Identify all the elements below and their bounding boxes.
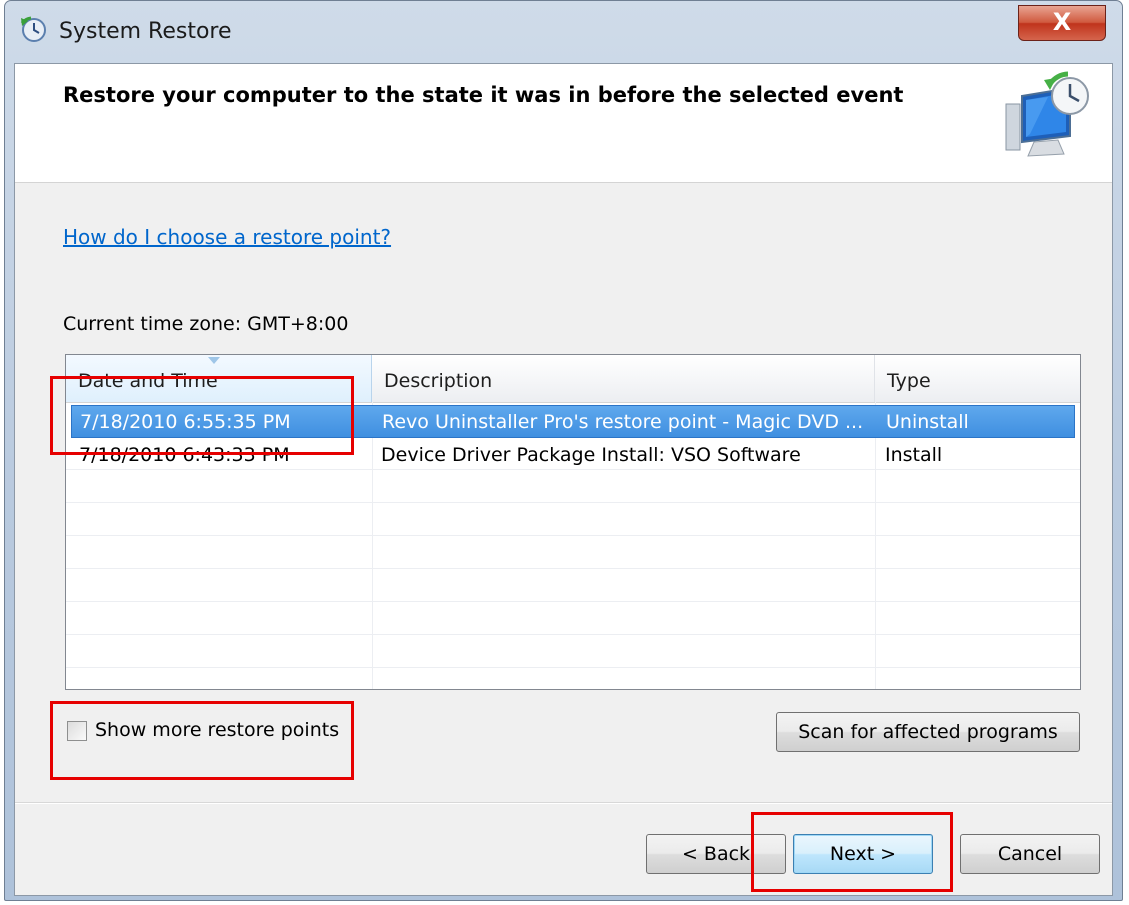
- cancel-button[interactable]: Cancel: [960, 834, 1100, 874]
- footer-divider: [15, 802, 1112, 804]
- title-bar[interactable]: System Restore X: [5, 1, 1122, 61]
- wizard-header: Restore your computer to the state it wa…: [15, 64, 1112, 183]
- scan-for-affected-programs-button[interactable]: Scan for affected programs: [776, 712, 1080, 752]
- row-date: 7/18/2010 6:55:35 PM: [80, 411, 291, 433]
- table-row[interactable]: 7/18/2010 6:55:35 PM Revo Uninstaller Pr…: [71, 405, 1075, 438]
- row-description: Device Driver Package Install: VSO Softw…: [381, 444, 801, 466]
- row-description: Revo Uninstaller Pro's restore point - M…: [382, 411, 864, 433]
- restore-point-list[interactable]: Date and Time Description Type 7/18/2010…: [65, 354, 1081, 690]
- column-header-type[interactable]: Type: [875, 355, 1080, 402]
- timezone-label: Current time zone: GMT+8:00: [63, 313, 349, 335]
- system-restore-icon: [20, 16, 46, 42]
- show-more-restore-points-label[interactable]: Show more restore points: [95, 719, 339, 741]
- close-button[interactable]: X: [1018, 5, 1106, 41]
- row-type: Install: [885, 444, 943, 466]
- wizard-content: Restore your computer to the state it wa…: [14, 63, 1113, 896]
- window-title: System Restore: [59, 19, 232, 44]
- back-button[interactable]: < Back: [646, 834, 786, 874]
- list-rows: 7/18/2010 6:55:35 PM Revo Uninstaller Pr…: [66, 402, 1080, 689]
- row-date: 7/18/2010 6:43:33 PM: [79, 444, 290, 466]
- column-header-description[interactable]: Description: [372, 355, 875, 402]
- system-restore-monitor-icon: [1005, 71, 1089, 157]
- next-button[interactable]: Next >: [793, 834, 933, 874]
- system-restore-window: System Restore X Restore your computer t…: [4, 0, 1123, 901]
- list-header: Date and Time Description Type: [66, 355, 1080, 403]
- table-row[interactable]: 7/18/2010 6:43:33 PM Device Driver Packa…: [66, 439, 1080, 472]
- sort-descending-icon: [208, 357, 220, 364]
- page-title: Restore your computer to the state it wa…: [63, 83, 904, 107]
- restore-point-help-link[interactable]: How do I choose a restore point?: [63, 225, 391, 249]
- show-more-restore-points-checkbox[interactable]: [67, 721, 87, 741]
- row-type: Uninstall: [886, 411, 969, 433]
